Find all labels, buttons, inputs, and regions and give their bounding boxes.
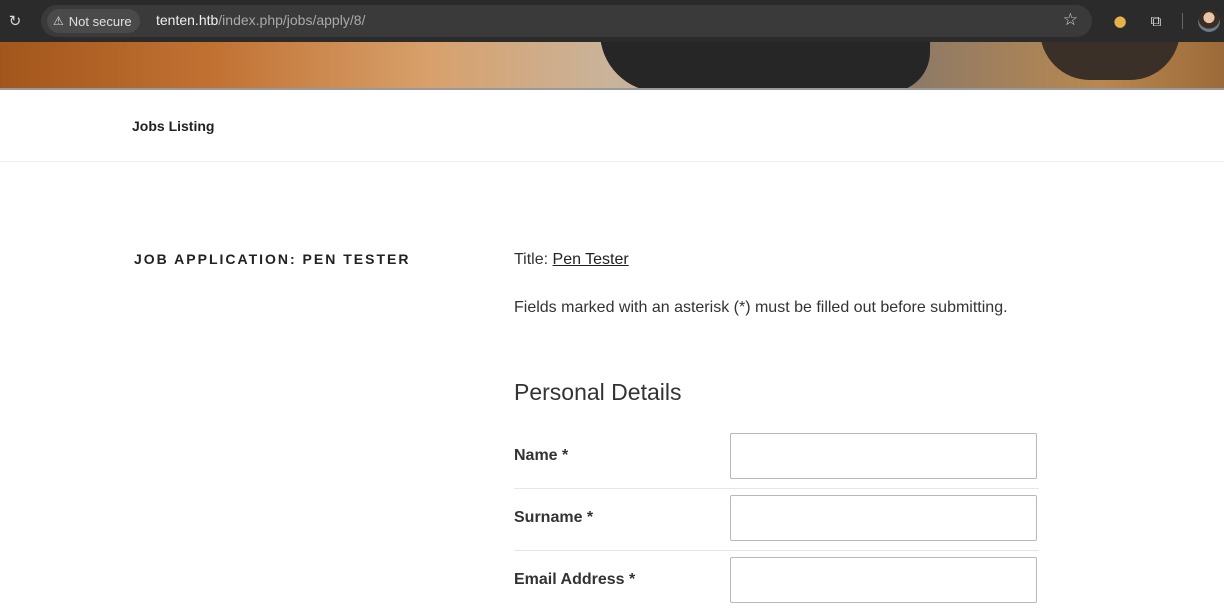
page-title: Job Application: Pen Tester <box>134 251 411 267</box>
nav-item-jobs-listing[interactable]: Jobs Listing <box>132 118 214 134</box>
url-text[interactable]: tenten.htb/index.php/jobs/apply/8/ <box>156 12 365 28</box>
form-row-name: Name * <box>514 426 1039 489</box>
required-fields-note: Fields marked with an asterisk (*) must … <box>514 299 1008 316</box>
name-label: Name * <box>514 447 569 464</box>
email-input[interactable] <box>730 557 1037 603</box>
reload-icon[interactable]: ↻ <box>6 12 24 30</box>
cookie-extension-icon[interactable]: ● <box>1110 11 1130 31</box>
header-image-object-secondary <box>1040 42 1180 80</box>
form-row-surname: Surname * <box>514 488 1039 551</box>
main-navigation: Jobs Listing <box>0 90 1224 162</box>
email-label: Email Address * <box>514 571 636 588</box>
surname-label: Surname * <box>514 509 594 526</box>
job-title-link[interactable]: Pen Tester <box>553 251 629 268</box>
header-image-object <box>600 42 930 89</box>
header-image <box>0 42 1224 89</box>
address-bar[interactable]: ⚠ Not secure tenten.htb/index.php/jobs/a… <box>41 5 1092 37</box>
form-row-email: Email Address * <box>514 550 1039 612</box>
extensions-puzzle-icon[interactable]: ⧉ <box>1146 11 1166 31</box>
url-host: tenten.htb <box>156 12 219 28</box>
job-title-line: Title: Pen Tester <box>514 251 629 269</box>
name-input[interactable] <box>730 433 1037 479</box>
section-heading-personal-details: Personal Details <box>514 379 682 405</box>
url-path: /index.php/jobs/apply/8/ <box>218 12 366 28</box>
toolbar-divider <box>1182 13 1183 29</box>
security-label: Not secure <box>68 13 132 29</box>
browser-toolbar: ↻ ⚠ Not secure tenten.htb/index.php/jobs… <box>0 0 1224 42</box>
surname-input[interactable] <box>730 495 1037 541</box>
security-chip[interactable]: ⚠ Not secure <box>47 9 140 33</box>
profile-avatar[interactable] <box>1198 10 1220 32</box>
bookmark-star-icon[interactable]: ☆ <box>1063 10 1078 30</box>
warning-icon: ⚠ <box>53 14 64 28</box>
job-title-prefix: Title: <box>514 251 549 268</box>
